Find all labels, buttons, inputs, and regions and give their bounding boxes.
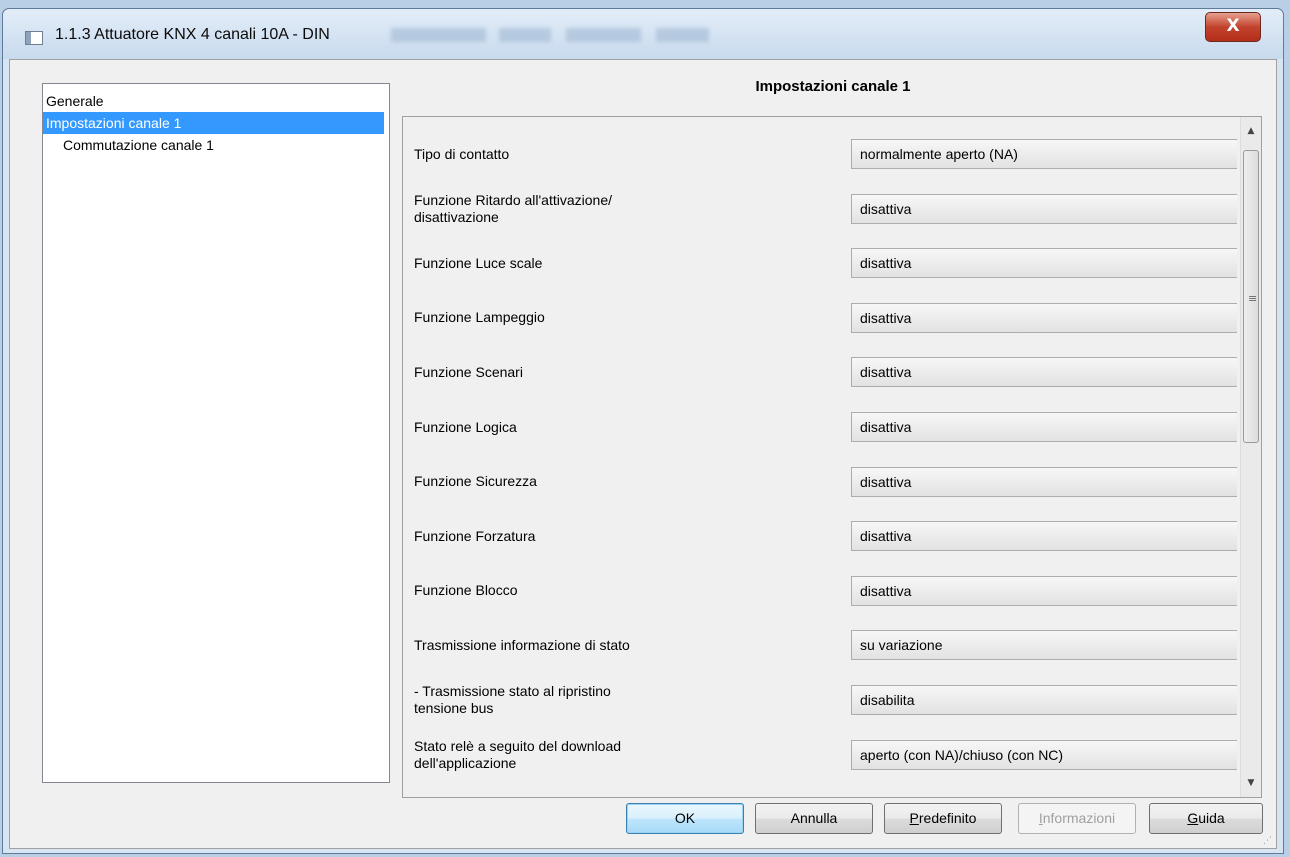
parameter-label: Funzione Forzatura: [414, 527, 536, 544]
dialog-window: 1.1.3 Attuatore KNX 4 canali 10A - DIN X…: [2, 8, 1284, 854]
parameter-label: Funzione Blocco: [414, 582, 518, 599]
parameter-dropdown[interactable]: normalmente aperto (NA): [851, 139, 1237, 169]
parameter-label: - Trasmissione stato al ripristino tensi…: [414, 683, 611, 716]
parameter-dropdown[interactable]: aperto (con NA)/chiuso (con NC): [851, 739, 1237, 770]
ok-button[interactable]: OK: [626, 803, 744, 834]
blurred-menu-bar: [391, 28, 731, 42]
parameter-label: Funzione Ritardo all'attivazione/ disatt…: [414, 191, 613, 225]
parameter-row: Trasmissione informazione di stato su var…: [403, 620, 1237, 670]
parameter-dropdown[interactable]: disattiva: [851, 521, 1237, 552]
tree-item-commutazione-canale-1[interactable]: Commutazione canale 1: [43, 134, 389, 156]
guida-label: uida: [1198, 810, 1225, 826]
parameter-row: Funzione Ritardo all'attivazione/ disatt…: [403, 184, 1237, 234]
predefinito-mnemonic: P: [909, 810, 919, 826]
annulla-button[interactable]: Annulla: [755, 803, 873, 834]
parameter-row: Funzione Sicurezza disattiva: [403, 457, 1237, 507]
parameter-row: Funzione Logica disattiva: [403, 402, 1237, 452]
parameter-tree: Generale Impostazioni canale 1 Commutazi…: [42, 83, 390, 783]
parameter-label: Funzione Sicurezza: [414, 473, 537, 490]
parameter-row: Funzione Forzatura disattiva: [403, 511, 1237, 561]
parameter-row: Tipo di contatto normalmente aperto (NA): [403, 129, 1237, 179]
resize-grip-icon[interactable]: ⋰: [1263, 836, 1272, 846]
parameter-row: Stato relè a seguito del download dell'a…: [403, 730, 1237, 780]
parameter-label: Funzione Lampeggio: [414, 309, 545, 326]
parameter-dropdown[interactable]: disattiva: [851, 575, 1237, 606]
informazioni-label: nformazioni: [1042, 810, 1116, 826]
parameter-label: Stato relè a seguito del download dell'a…: [414, 737, 622, 771]
vertical-scrollbar[interactable]: ▲ ≡ ▼: [1240, 117, 1261, 797]
title-bar: 1.1.3 Attuatore KNX 4 canali 10A - DIN X: [3, 9, 1283, 59]
parameter-dropdown[interactable]: disabilita: [851, 685, 1237, 715]
panel-title: Impostazioni canale 1: [755, 78, 911, 95]
parameter-row: Funzione Luce scale disattiva: [403, 238, 1237, 288]
parameter-label: Funzione Scenari: [414, 363, 523, 380]
predefinito-button[interactable]: Predefinito: [884, 803, 1002, 834]
scroll-grip-icon: ≡: [1248, 292, 1258, 305]
guida-mnemonic: G: [1187, 810, 1199, 826]
tree-item-impostazioni-canale-1[interactable]: Impostazioni canale 1: [43, 112, 384, 134]
scroll-down-arrow-icon[interactable]: ▼: [1241, 773, 1261, 793]
parameter-dropdown[interactable]: disattiva: [851, 412, 1237, 442]
dialog-client-area: Generale Impostazioni canale 1 Commutazi…: [9, 59, 1277, 849]
informazioni-button: Informazioni: [1018, 803, 1136, 834]
parameter-label: Funzione Logica: [414, 418, 517, 435]
parameter-row: Funzione Blocco disattiva: [403, 566, 1237, 616]
parameter-dropdown[interactable]: disattiva: [851, 357, 1237, 388]
parameter-panel: Tipo di contatto normalmente aperto (NA) F…: [402, 116, 1262, 798]
parameter-dropdown[interactable]: disattiva: [851, 466, 1237, 497]
parameter-label: Tipo di contatto: [414, 145, 510, 162]
parameter-dropdown[interactable]: disattiva: [851, 248, 1237, 279]
parameter-dropdown[interactable]: su variazione: [851, 630, 1237, 661]
predefinito-label: redefinito: [918, 810, 977, 826]
app-window-icon: [25, 31, 43, 45]
close-button[interactable]: X: [1205, 12, 1261, 42]
parameter-dropdown[interactable]: disattiva: [851, 302, 1237, 333]
scrollbar-thumb[interactable]: ≡: [1243, 150, 1259, 443]
parameter-label: Trasmissione informazione di stato: [414, 636, 630, 653]
parameter-row: Funzione Scenari disattiva: [403, 347, 1237, 397]
parameter-row: Funzione Lampeggio disattiva: [403, 293, 1237, 343]
guida-button[interactable]: Guida: [1149, 803, 1263, 834]
parameter-dropdown[interactable]: disattiva: [851, 193, 1237, 224]
tree-item-generale[interactable]: Generale: [43, 90, 389, 112]
parameter-row: - Trasmissione stato al ripristino tensi…: [403, 675, 1237, 725]
parameter-label: Funzione Luce scale: [414, 254, 543, 271]
window-title: 1.1.3 Attuatore KNX 4 canali 10A - DIN: [55, 26, 330, 43]
scroll-up-arrow-icon[interactable]: ▲: [1241, 121, 1261, 141]
